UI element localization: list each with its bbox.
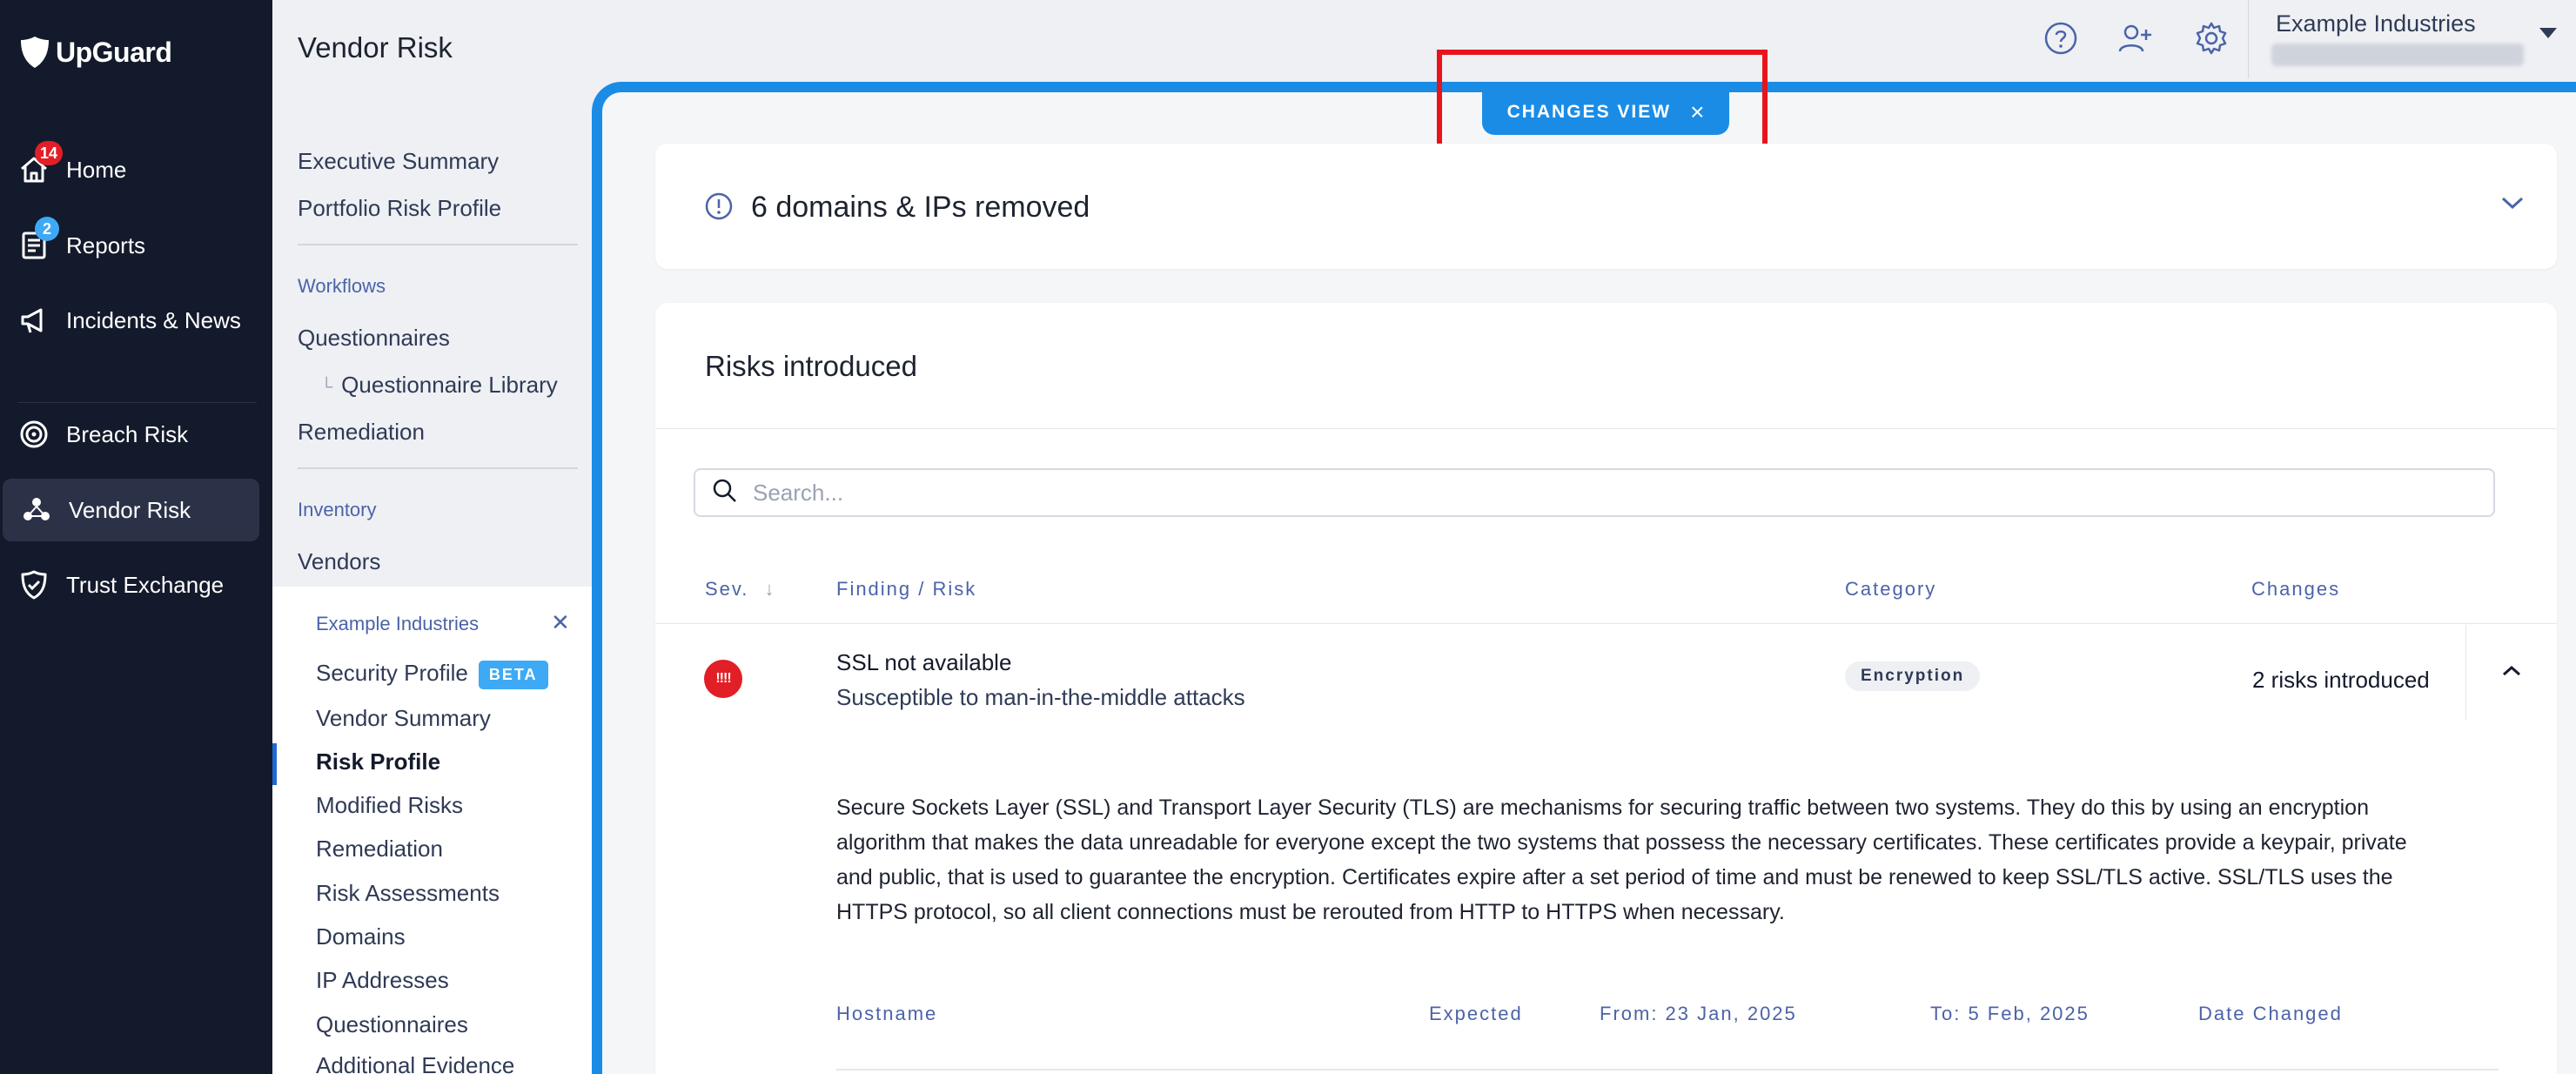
vendor-icon [20, 493, 53, 527]
nav-label: Vendor Risk [69, 496, 191, 523]
detail-header-expected[interactable]: Expected [1429, 1003, 1523, 1025]
megaphone-icon [17, 304, 50, 337]
card-title: Risks introduced [705, 350, 917, 382]
chevron-up-icon [2500, 663, 2523, 683]
changes-value: 2 risks introduced [2252, 667, 2430, 693]
chevron-down-icon[interactable] [2539, 28, 2557, 38]
subnav-divider [298, 244, 578, 245]
section-title: Vendor Risk [298, 31, 453, 64]
detail-divider [836, 1069, 2499, 1071]
redacted-email [2271, 44, 2524, 66]
vendor-subpanel: Example Industries ✕ Security Profile BET… [272, 587, 592, 1074]
nav-item-vendor-risk[interactable]: Vendor Risk [3, 479, 259, 541]
card-divider [655, 428, 2557, 429]
vendor-nav-additional-evidence[interactable]: Additional Evidence [316, 1052, 514, 1074]
severity-critical-icon: !!!! [704, 660, 742, 698]
workflows-heading: Workflows [298, 275, 386, 297]
subnav-executive-summary[interactable]: Executive Summary [298, 148, 499, 175]
add-user-icon[interactable] [2116, 19, 2154, 57]
nav-label: Trust Exchange [66, 571, 225, 598]
nav-item-incidents-news[interactable]: Incidents & News [0, 289, 272, 352]
subnav-divider [298, 467, 578, 469]
search-box[interactable] [694, 468, 2495, 517]
nav-item-reports[interactable]: 2 Reports [0, 214, 272, 277]
collapse-row-button[interactable] [2465, 625, 2557, 721]
column-header-sev[interactable]: Sev. ↓ [705, 578, 776, 601]
detail-header-from[interactable]: From: 23 Jan, 2025 [1600, 1003, 1797, 1025]
nav-label: Reports [66, 232, 146, 258]
sort-arrow-down-icon: ↓ [764, 578, 776, 600]
nav-item-breach-risk[interactable]: Breach Risk [0, 403, 272, 466]
vendor-nav-security-profile[interactable]: Security Profile BETA [316, 660, 548, 689]
notification-badge: 2 [35, 217, 59, 241]
column-header-changes[interactable]: Changes [2251, 578, 2340, 601]
vendor-nav-vendor-summary[interactable]: Vendor Summary [316, 705, 491, 732]
risks-introduced-card: Risks introduced Sev. ↓ Finding / Risk C… [655, 303, 2557, 1074]
info-icon [704, 191, 734, 225]
active-indicator [272, 743, 277, 785]
removed-domains-text: 6 domains & IPs removed [751, 191, 1090, 224]
vendor-nav-ip-addresses[interactable]: IP Addresses [316, 967, 449, 994]
detail-header-date-changed[interactable]: Date Changed [2198, 1003, 2343, 1025]
upguard-logo[interactable]: UpGuard [19, 35, 172, 70]
secondary-sidebar: Vendor Risk Executive Summary Portfolio … [272, 0, 592, 1074]
vendor-nav-remediation[interactable]: Remediation [316, 836, 443, 863]
finding-subtitle: Susceptible to man-in-the-middle attacks [836, 684, 1245, 710]
search-input[interactable] [753, 479, 2406, 507]
reports-icon: 2 [17, 217, 59, 262]
subnav-questionnaires[interactable]: Questionnaires [298, 325, 450, 352]
detail-header-to[interactable]: To: 5 Feb, 2025 [1930, 1003, 2090, 1025]
org-name[interactable]: Example Industries [2276, 10, 2476, 37]
column-label: Sev. [705, 578, 749, 600]
shield-check-icon [17, 568, 50, 601]
nav-item-home[interactable]: 14 Home [0, 138, 272, 201]
search-icon [711, 477, 739, 509]
primary-sidebar: UpGuard 14 Home 2 Reports Incidents & Ne… [0, 0, 272, 1074]
risk-description: Secure Sockets Layer (SSL) and Transport… [836, 795, 2407, 924]
target-icon [17, 418, 50, 451]
subnav-vendors[interactable]: Vendors [298, 548, 380, 575]
tree-branch-icon: └ [320, 378, 333, 397]
gear-icon[interactable] [2192, 19, 2231, 57]
nav-label: Incidents & News [66, 306, 241, 333]
nav-label: Breach Risk [66, 420, 189, 447]
subnav-label: Questionnaire Library [341, 372, 558, 398]
header-divider [2248, 0, 2249, 78]
removed-domains-card[interactable]: 6 domains & IPs removed [655, 144, 2557, 269]
vendor-nav-modified-risks[interactable]: Modified Risks [316, 792, 463, 819]
table-divider [655, 623, 2557, 624]
vendor-nav-label: Security Profile [316, 660, 468, 686]
subnav-questionnaire-library[interactable]: └ Questionnaire Library [320, 372, 558, 399]
column-header-category[interactable]: Category [1845, 578, 1936, 601]
nav-item-trust-exchange[interactable]: Trust Exchange [0, 554, 272, 616]
vendor-nav-domains[interactable]: Domains [316, 923, 406, 950]
help-icon[interactable] [2042, 19, 2080, 57]
nav-label: Home [66, 156, 127, 183]
subnav-portfolio-risk-profile[interactable]: Portfolio Risk Profile [298, 195, 501, 222]
vendor-name[interactable]: Example Industries [316, 613, 479, 635]
chevron-down-icon[interactable] [2499, 194, 2526, 216]
vendor-nav-risk-profile[interactable]: Risk Profile [316, 748, 440, 775]
column-header-finding[interactable]: Finding / Risk [836, 578, 976, 601]
subnav-remediation[interactable]: Remediation [298, 419, 425, 446]
close-icon[interactable]: ✕ [551, 609, 570, 636]
category-badge: Encryption [1845, 661, 1981, 691]
logo-text: UpGuard [56, 36, 172, 68]
detail-header-hostname[interactable]: Hostname [836, 1003, 937, 1025]
inventory-heading: Inventory [298, 499, 377, 520]
upguard-shield-icon [21, 37, 49, 68]
vendor-nav-risk-assessments[interactable]: Risk Assessments [316, 880, 500, 907]
finding-title[interactable]: SSL not available [836, 649, 1011, 676]
beta-badge: BETA [478, 660, 548, 689]
vendor-nav-questionnaires[interactable]: Questionnaires [316, 1011, 468, 1038]
home-icon: 14 [17, 141, 64, 186]
notification-badge: 14 [35, 141, 64, 165]
